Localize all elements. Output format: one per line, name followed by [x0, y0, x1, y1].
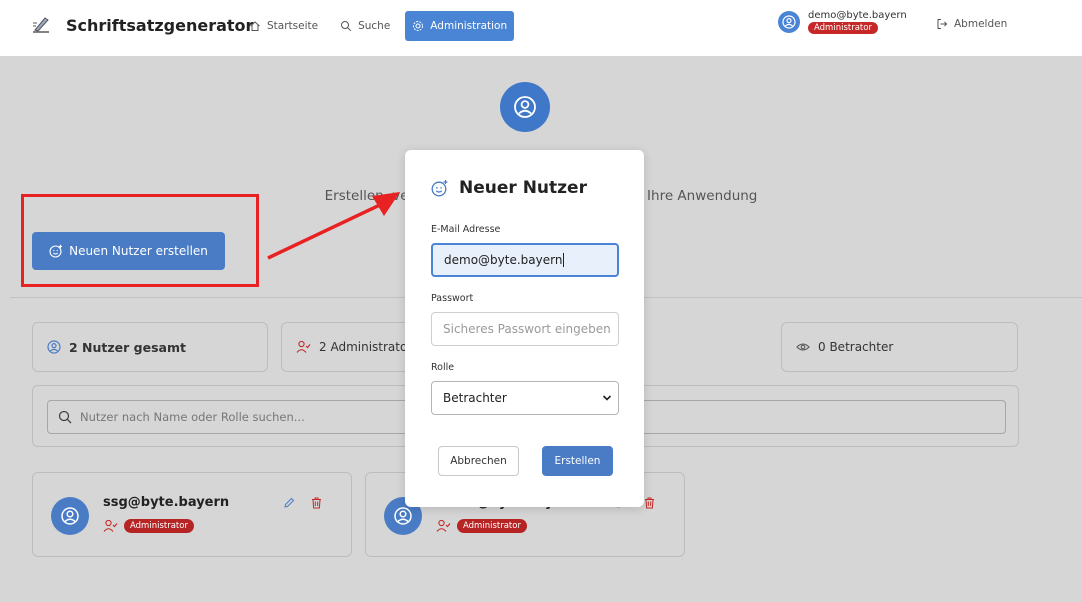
main-nav: Startseite Suche Administration: [242, 11, 515, 41]
eye-icon: [796, 343, 810, 351]
user-circle-icon: [394, 507, 412, 525]
user-check-icon: [296, 340, 311, 353]
user-check-icon: [436, 519, 451, 532]
app-name: Schriftsatzgenerator: [66, 15, 254, 35]
user-card-email: ssg@byte.bayern: [103, 495, 230, 510]
logout-label: Abmelden: [954, 18, 1008, 30]
stat-total-label: 2 Nutzer gesamt: [69, 339, 186, 355]
edit-pencil-icon[interactable]: [283, 497, 295, 509]
create-button[interactable]: Erstellen: [542, 446, 613, 476]
logout-icon: [937, 19, 948, 29]
email-field[interactable]: demo@byte.bayern: [431, 243, 619, 277]
dialog-title: Neuer Nutzer: [431, 178, 587, 198]
gear-icon: [413, 21, 424, 31]
create-label: Erstellen: [554, 455, 601, 467]
cancel-label: Abbrechen: [450, 455, 507, 467]
logout-button[interactable]: Abmelden: [936, 18, 1007, 30]
role-badge: Administrator: [457, 519, 527, 533]
delete-trash-icon[interactable]: [644, 497, 655, 509]
nav-item-label: Startseite: [267, 20, 319, 32]
nav-item-administration[interactable]: Administration: [405, 11, 515, 41]
password-label: Passwort: [431, 293, 474, 304]
nav-item-label: Administration: [430, 20, 508, 32]
user-role-badge: Administrator: [808, 22, 878, 34]
admin-user-icon: [500, 82, 550, 132]
role-badge: Administrator: [124, 519, 194, 533]
quill-logo-icon: [33, 17, 49, 33]
annotation-arrow: [267, 192, 400, 260]
cancel-button[interactable]: Abbrechen: [438, 446, 519, 476]
search-icon: [341, 21, 352, 32]
user-email: demo@byte.bayern: [808, 10, 907, 21]
role-select[interactable]: Betrachter: [431, 381, 619, 415]
text-cursor: [563, 253, 565, 267]
nav-item-startseite[interactable]: Startseite: [242, 11, 325, 41]
user-check-icon: [103, 519, 118, 532]
user-card-role: Administrator: [103, 519, 194, 533]
card-actions: [283, 497, 322, 509]
role-label: Rolle: [431, 362, 455, 373]
annotation-highlight-box: [21, 194, 259, 287]
stat-viewers: 0 Betrachter: [781, 322, 1018, 372]
new-user-dialog: Neuer Nutzer E-Mail Adresse demo@byte.ba…: [405, 150, 644, 507]
stat-viewers-label: 0 Betrachter: [818, 340, 894, 354]
password-placeholder: Sicheres Passwort eingeben: [443, 322, 611, 336]
user-circle-icon: [61, 507, 79, 525]
brand[interactable]: Schriftsatzgenerator: [30, 14, 253, 36]
search-icon: [58, 410, 72, 424]
user-card-role: Administrator: [436, 519, 527, 533]
user-circle-icon: [47, 340, 61, 354]
nav-item-label: Suche: [358, 20, 391, 32]
chevron-down-icon: [602, 395, 612, 401]
smiley-add-icon: [431, 180, 448, 197]
email-label: E-Mail Adresse: [431, 224, 501, 235]
top-navigation-bar: Schriftsatzgenerator Startseite Suche Ad…: [0, 0, 1082, 56]
nav-item-suche[interactable]: Suche: [333, 11, 397, 41]
stat-total-users: 2 Nutzer gesamt: [32, 322, 268, 372]
user-info: demo@byte.bayern Administrator: [808, 10, 907, 34]
search-placeholder: Nutzer nach Name oder Rolle suchen...: [80, 410, 305, 424]
role-select-value: Betrachter: [443, 391, 507, 405]
user-card: ssg@byte.bayern Administrator: [32, 472, 352, 557]
user-menu[interactable]: demo@byte.bayern Administrator: [778, 10, 907, 34]
avatar: [51, 497, 89, 535]
password-field[interactable]: Sicheres Passwort eingeben: [431, 312, 619, 346]
user-avatar: [778, 11, 800, 33]
dialog-title-text: Neuer Nutzer: [459, 178, 587, 198]
delete-trash-icon[interactable]: [311, 497, 322, 509]
user-circle-icon: [782, 15, 796, 29]
email-value: demo@byte.bayern: [444, 253, 563, 267]
home-icon: [250, 21, 260, 31]
